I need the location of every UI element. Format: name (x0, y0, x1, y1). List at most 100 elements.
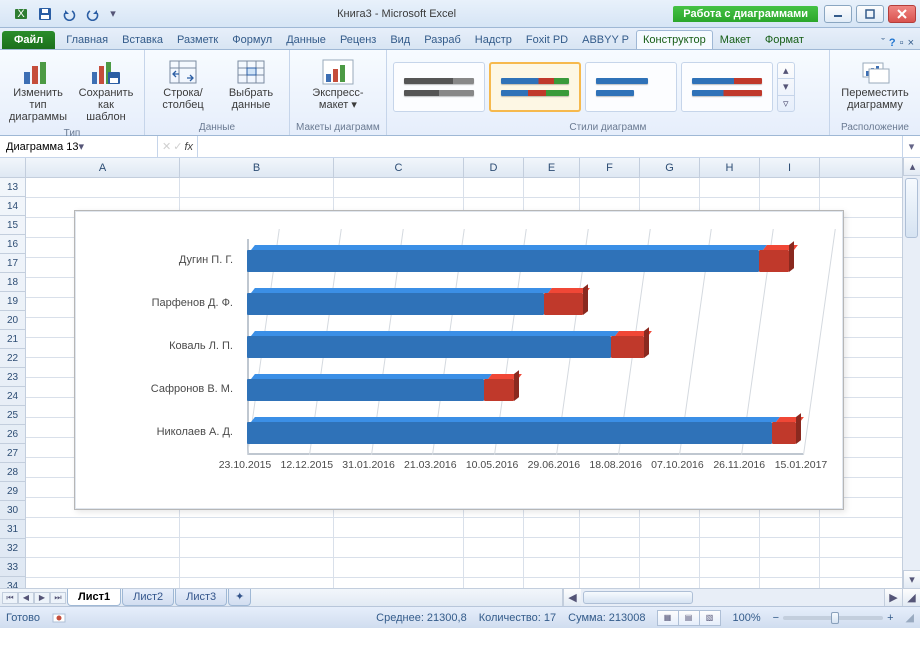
formula-input[interactable] (198, 136, 902, 157)
switch-row-column-button[interactable]: Строка/столбец (151, 54, 215, 114)
bar-series2[interactable] (611, 336, 644, 358)
normal-view-icon[interactable]: ▦ (657, 610, 679, 626)
column-headers[interactable]: ABCDEFGHI (26, 158, 902, 178)
tab-Надстр[interactable]: Надстр (468, 30, 519, 49)
bar-series1[interactable] (247, 250, 759, 272)
column-header[interactable]: G (640, 158, 700, 177)
minimize-button[interactable] (824, 5, 852, 23)
chart-style-2[interactable] (489, 62, 581, 112)
tab-Разметк[interactable]: Разметк (170, 30, 225, 49)
tab-last-icon[interactable]: ⏭ (50, 592, 66, 604)
zoom-slider[interactable]: − + (773, 612, 894, 624)
page-break-view-icon[interactable]: ▧ (699, 610, 721, 626)
tab-Формул[interactable]: Формул (225, 30, 279, 49)
chart-object[interactable]: Николаев А. Д.Сафронов В. М.Коваль Л. П.… (74, 210, 844, 510)
row-header[interactable]: 20 (0, 311, 25, 330)
tab-prev-icon[interactable]: ◀ (18, 592, 34, 604)
save-template-button[interactable]: Сохранить как шаблон (74, 54, 138, 126)
new-sheet-button[interactable]: ✦ (228, 589, 251, 606)
column-header[interactable]: E (524, 158, 580, 177)
bar-series1[interactable] (247, 336, 611, 358)
chart-style-1[interactable] (393, 62, 485, 112)
row-header[interactable]: 23 (0, 368, 25, 387)
tab-Данные[interactable]: Данные (279, 30, 333, 49)
row-header[interactable]: 14 (0, 197, 25, 216)
gallery-nav[interactable]: ▴ ▾ ▿ (777, 62, 795, 112)
tab-Конструктор[interactable]: Конструктор (636, 30, 713, 49)
close-button[interactable] (888, 5, 916, 23)
column-header[interactable]: F (580, 158, 640, 177)
tab-next-icon[interactable]: ▶ (34, 592, 50, 604)
column-header[interactable]: I (760, 158, 820, 177)
expand-formula-bar-icon[interactable]: ▾ (902, 136, 920, 157)
resize-grip-icon[interactable]: ◢ (906, 611, 914, 624)
tab-Foxit PD[interactable]: Foxit PD (519, 30, 575, 49)
bar-series1[interactable] (247, 422, 772, 444)
macro-record-icon[interactable] (52, 611, 66, 625)
bar-series1[interactable] (247, 379, 484, 401)
row-header[interactable]: 13 (0, 178, 25, 197)
column-header[interactable]: B (180, 158, 334, 177)
gallery-up-icon[interactable]: ▴ (778, 63, 794, 79)
bar-series2[interactable] (772, 422, 796, 444)
bar-series2[interactable] (484, 379, 514, 401)
tab-Макет[interactable]: Макет (713, 30, 758, 49)
change-chart-type-button[interactable]: Изменить тип диаграммы (6, 54, 70, 126)
zoom-level[interactable]: 100% (733, 612, 761, 624)
cancel-icon[interactable]: ✕ (162, 140, 171, 153)
file-tab[interactable]: Файл (2, 31, 55, 49)
select-data-button[interactable]: Выбрать данные (219, 54, 283, 114)
sheet-tab[interactable]: Лист1 (67, 589, 121, 606)
excel-icon[interactable]: X (10, 4, 32, 24)
row-header[interactable]: 33 (0, 558, 25, 577)
qat-customize-icon[interactable]: ▾ (106, 4, 120, 24)
row-header[interactable]: 21 (0, 330, 25, 349)
move-chart-button[interactable]: Переместить диаграмму (836, 54, 914, 114)
row-header[interactable]: 22 (0, 349, 25, 368)
sheet-tab[interactable]: Лист3 (175, 589, 227, 606)
fx-icon[interactable]: fx (184, 141, 193, 153)
ribbon-minimize-icon[interactable]: ˇ (881, 37, 885, 49)
tab-Вставка[interactable]: Вставка (115, 30, 170, 49)
tab-first-icon[interactable]: ⏮ (2, 592, 18, 604)
tab-Главная[interactable]: Главная (59, 30, 115, 49)
row-header[interactable]: 27 (0, 444, 25, 463)
bar-series2[interactable] (759, 250, 790, 272)
row-header[interactable]: 30 (0, 501, 25, 520)
name-box[interactable]: Диаграмма 13▾ (0, 136, 158, 157)
row-headers[interactable]: 1314151617181920212223242526272829303132… (0, 178, 26, 588)
column-header[interactable]: D (464, 158, 524, 177)
zoom-out-icon[interactable]: − (773, 612, 779, 624)
row-header[interactable]: 17 (0, 254, 25, 273)
row-header[interactable]: 29 (0, 482, 25, 501)
row-header[interactable]: 28 (0, 463, 25, 482)
row-header[interactable]: 31 (0, 520, 25, 539)
chart-style-4[interactable] (681, 62, 773, 112)
quick-layout-button[interactable]: Экспресс-макет ▾ (298, 54, 378, 114)
gallery-more-icon[interactable]: ▿ (778, 96, 794, 111)
row-header[interactable]: 26 (0, 425, 25, 444)
zoom-in-icon[interactable]: + (887, 612, 893, 624)
column-header[interactable]: C (334, 158, 464, 177)
tab-Формат[interactable]: Формат (758, 30, 811, 49)
tab-Реценз[interactable]: Реценз (333, 30, 383, 49)
view-buttons[interactable]: ▦ ▤ ▧ (658, 610, 721, 626)
window-restore-icon[interactable]: ▫ (900, 37, 904, 49)
row-header[interactable]: 25 (0, 406, 25, 425)
row-header[interactable]: 19 (0, 292, 25, 311)
enter-icon[interactable]: ✓ (173, 140, 182, 153)
undo-icon[interactable] (58, 4, 80, 24)
page-layout-view-icon[interactable]: ▤ (678, 610, 700, 626)
tab-Разраб[interactable]: Разраб (417, 30, 468, 49)
tab-Вид[interactable]: Вид (383, 30, 417, 49)
vertical-scrollbar[interactable]: ▴ ▾ (902, 158, 920, 588)
help-icon[interactable]: ? (889, 37, 896, 49)
sheet-tab[interactable]: Лист2 (122, 589, 174, 606)
column-header[interactable]: H (700, 158, 760, 177)
maximize-button[interactable] (856, 5, 884, 23)
chart-style-3[interactable] (585, 62, 677, 112)
row-header[interactable]: 15 (0, 216, 25, 235)
row-header[interactable]: 32 (0, 539, 25, 558)
row-header[interactable]: 24 (0, 387, 25, 406)
column-header[interactable]: A (26, 158, 180, 177)
